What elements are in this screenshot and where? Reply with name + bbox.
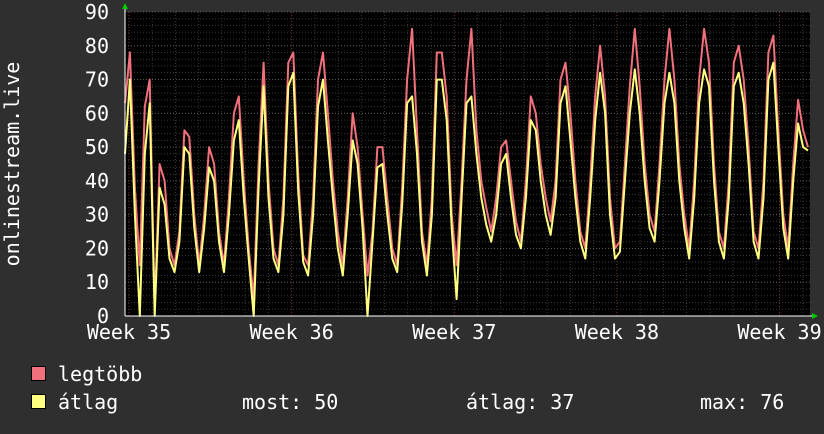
y-tick-label: 10 bbox=[85, 270, 109, 294]
chart-stage: 0 10 20 30 40 50 60 70 80 90 Week 35 Week 36 Week 3… bbox=[0, 0, 824, 430]
y-tick-labels: 0102030405060708090 bbox=[85, 0, 109, 328]
y-axis-label: onlinestream.live bbox=[0, 62, 24, 267]
x-tick-label: Week 39 bbox=[737, 320, 821, 344]
y-tick-label: 40 bbox=[85, 169, 109, 193]
x-tick-label: Week 35 bbox=[87, 320, 171, 344]
x-tick-label: Week 38 bbox=[575, 320, 659, 344]
y-tick-label: 70 bbox=[85, 68, 109, 92]
legend-label-avg: átlag bbox=[58, 390, 119, 414]
y-tick-label: 90 bbox=[85, 0, 109, 24]
x-tick-labels: Week 35 Week 36 Week 37 Week 38 Week 39 bbox=[87, 320, 822, 344]
legend-swatch-max bbox=[31, 366, 46, 381]
x-axis-arrow-icon bbox=[812, 313, 818, 319]
y-tick-label: 20 bbox=[85, 236, 109, 260]
y-tick-label: 30 bbox=[85, 203, 109, 227]
legend-swatch-avg bbox=[31, 394, 46, 409]
stat-now: most: 50 bbox=[242, 390, 339, 414]
legend-label-max: legtöbb bbox=[58, 362, 143, 386]
y-tick-label: 80 bbox=[85, 34, 109, 58]
x-tick-label: Week 37 bbox=[412, 320, 496, 344]
y-axis-arrow-icon bbox=[122, 3, 128, 9]
stat-max: max: 76 bbox=[700, 390, 785, 414]
stat-avg: átlag: 37 bbox=[466, 390, 575, 414]
x-tick-label: Week 36 bbox=[249, 320, 333, 344]
y-tick-label: 50 bbox=[85, 135, 109, 159]
y-tick-label: 60 bbox=[85, 101, 109, 125]
plot-area bbox=[125, 12, 810, 316]
